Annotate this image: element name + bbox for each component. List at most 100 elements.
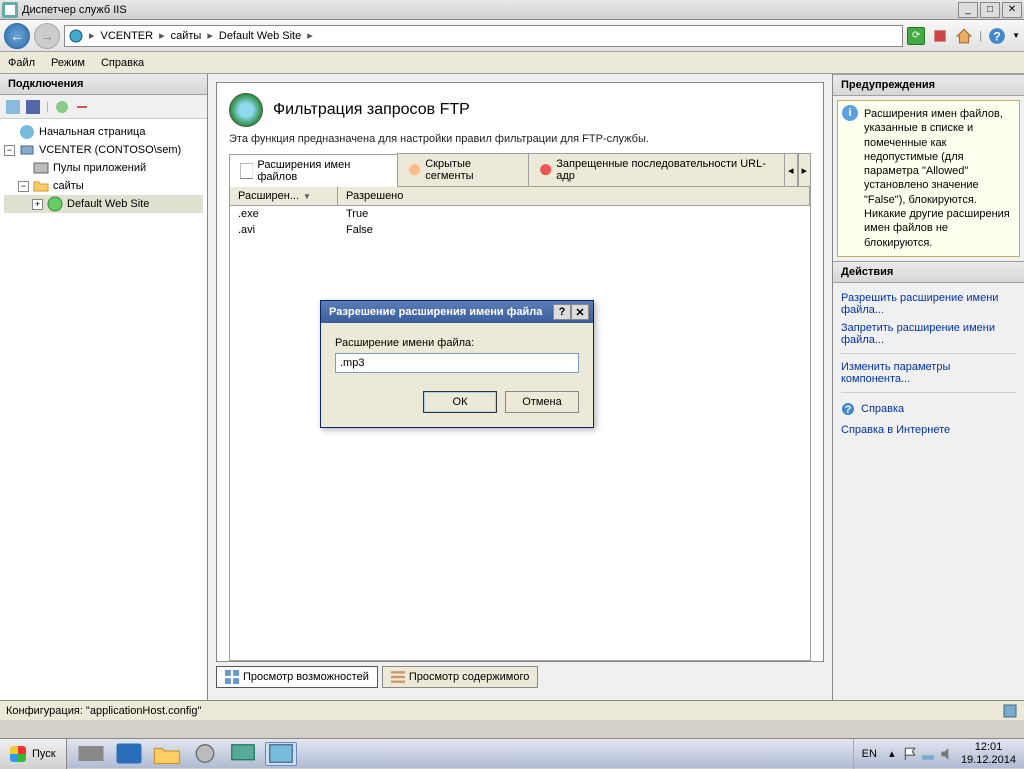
toolbar-divider: | — [46, 101, 49, 113]
page-description: Эта функция предназначена для настройки … — [229, 133, 811, 145]
collapse-icon[interactable]: − — [18, 181, 29, 192]
powershell-icon[interactable] — [113, 742, 145, 766]
page-title: Фильтрация запросов FTP — [273, 101, 470, 119]
save-icon[interactable] — [26, 100, 40, 114]
navigation-bar: ← → ▸ VCENTER ▸ сайты ▸ Default Web Site… — [0, 20, 1024, 52]
actions-header: Действия — [833, 261, 1024, 283]
tab-hidden-segments[interactable]: Скрытые сегменты — [397, 153, 529, 186]
tab-file-extensions[interactable]: Расширения имен файлов — [229, 154, 398, 187]
close-button[interactable]: ✕ — [1002, 2, 1022, 18]
table-row[interactable]: .avi False — [230, 222, 810, 238]
menu-help[interactable]: Справка — [101, 57, 144, 69]
connections-toolbar: | — [0, 95, 207, 119]
tree-app-pools[interactable]: Пулы приложений — [4, 159, 203, 177]
clock[interactable]: 12:01 19.12.2014 — [961, 741, 1016, 765]
warning-text: Расширения имен файлов, указанные в спис… — [864, 108, 1010, 249]
maximize-button[interactable]: □ — [980, 2, 1000, 18]
connections-panel: Подключения | Начальная страница − VCENT… — [0, 74, 208, 700]
tab-features-view[interactable]: Просмотр возможностей — [216, 666, 378, 688]
tree-label: Default Web Site — [67, 198, 149, 210]
status-bar: Конфигурация: "applicationHost.config" — [0, 700, 1024, 720]
flag-icon[interactable] — [903, 747, 917, 761]
chevron-right-icon: ▸ — [207, 29, 213, 42]
filter-tabs: Расширения имен файлов Скрытые сегменты … — [229, 153, 811, 187]
table-row[interactable]: .exe True — [230, 206, 810, 222]
remote-desktop-icon[interactable] — [227, 742, 259, 766]
crumb-server[interactable]: VCENTER — [101, 30, 154, 42]
dialog-title: Разрешение расширения имени файла — [329, 306, 553, 318]
forward-button[interactable]: → — [34, 23, 60, 49]
menu-file[interactable]: Файл — [8, 57, 35, 69]
add-site-icon[interactable] — [55, 100, 69, 114]
stop-icon[interactable] — [931, 27, 949, 45]
extensions-table[interactable]: .exe True .avi False — [229, 206, 811, 661]
folder-icon — [33, 178, 49, 194]
ok-button[interactable]: ОК — [423, 391, 497, 413]
globe-icon — [69, 29, 83, 43]
dialog-titlebar[interactable]: Разрешение расширения имени файла ? ✕ — [321, 301, 593, 323]
window-title: Диспетчер служб IIS — [22, 4, 958, 16]
tree-start-page[interactable]: Начальная страница — [4, 123, 203, 141]
collapse-icon[interactable]: − — [4, 145, 15, 156]
minimize-button[interactable]: _ — [958, 2, 978, 18]
dialog-close-button[interactable]: ✕ — [571, 304, 589, 320]
crumb-dws[interactable]: Default Web Site — [219, 30, 301, 42]
server-manager-icon[interactable] — [75, 742, 107, 766]
action-deny-extension[interactable]: Запретить расширение имени файла... — [841, 319, 1016, 349]
toolbar-divider: | — [979, 30, 982, 42]
config-icon[interactable] — [1002, 703, 1018, 719]
chevron-right-icon: ▸ — [89, 29, 95, 42]
connections-tree[interactable]: Начальная страница − VCENTER (CONTOSO\se… — [0, 119, 207, 700]
home-icon[interactable] — [955, 27, 973, 45]
tab-label: Скрытые сегменты — [425, 158, 518, 182]
actions-list: Разрешить расширение имени файла... Запр… — [833, 283, 1024, 445]
action-edit-settings[interactable]: Изменить параметры компонента... — [841, 358, 1016, 388]
allow-extension-dialog: Разрешение расширения имени файла ? ✕ Ра… — [320, 300, 594, 428]
remove-icon[interactable] — [75, 100, 89, 114]
tab-scroll-left[interactable]: ◂ — [784, 153, 797, 186]
tree-sites[interactable]: − сайты — [4, 177, 203, 195]
help-icon[interactable]: ? — [988, 27, 1006, 45]
pinned-apps — [67, 742, 305, 766]
action-help-online[interactable]: Справка в Интернете — [841, 421, 1016, 439]
back-button[interactable]: ← — [4, 23, 30, 49]
tree-server[interactable]: − VCENTER (CONTOSO\sem) — [4, 141, 203, 159]
crumb-sites[interactable]: сайты — [171, 30, 202, 42]
volume-icon[interactable] — [939, 747, 953, 761]
grid-icon — [225, 670, 239, 684]
cancel-button[interactable]: Отмена — [505, 391, 579, 413]
expand-icon[interactable]: + — [32, 199, 43, 210]
tray-expand-icon[interactable]: ▴ — [885, 747, 899, 761]
column-allowed[interactable]: Разрешено — [338, 187, 810, 205]
language-indicator[interactable]: EN — [862, 748, 877, 760]
connect-icon[interactable] — [6, 100, 20, 114]
refresh-icon[interactable]: ⟳ — [907, 27, 925, 45]
cell-ext: .exe — [230, 206, 338, 222]
settings-icon[interactable] — [189, 742, 221, 766]
network-icon[interactable] — [921, 747, 935, 761]
dialog-help-button[interactable]: ? — [553, 304, 571, 320]
action-help[interactable]: ? Справка — [841, 397, 1016, 421]
globe-icon — [47, 196, 63, 212]
system-tray: EN ▴ 12:01 19.12.2014 — [853, 739, 1024, 769]
start-button[interactable]: Пуск — [0, 739, 67, 769]
svg-text:?: ? — [993, 29, 1001, 43]
tab-label: Запрещенные последовательности URL-адр — [556, 158, 774, 182]
iis-manager-taskbar-icon[interactable] — [265, 742, 297, 766]
right-panel: Предупреждения i Расширения имен файлов,… — [832, 74, 1024, 700]
info-icon: i — [842, 105, 858, 121]
explorer-icon[interactable] — [151, 742, 183, 766]
menu-mode[interactable]: Режим — [51, 57, 85, 69]
action-allow-extension[interactable]: Разрешить расширение имени файла... — [841, 289, 1016, 319]
extension-input[interactable] — [335, 353, 579, 373]
tree-label: Начальная страница — [39, 126, 145, 138]
dropdown-arrow-icon[interactable]: ▼ — [1012, 31, 1020, 40]
tab-content-view[interactable]: Просмотр содержимого — [382, 666, 539, 688]
tab-scroll-right[interactable]: ▸ — [798, 153, 811, 186]
chevron-right-icon: ▸ — [307, 29, 313, 42]
column-extension[interactable]: Расширен...▼ — [230, 187, 338, 205]
tab-denied-url[interactable]: Запрещенные последовательности URL-адр — [528, 153, 785, 186]
tree-default-web-site[interactable]: + Default Web Site — [4, 195, 203, 213]
iis-app-icon — [2, 2, 18, 18]
breadcrumb-bar[interactable]: ▸ VCENTER ▸ сайты ▸ Default Web Site ▸ — [64, 25, 903, 47]
